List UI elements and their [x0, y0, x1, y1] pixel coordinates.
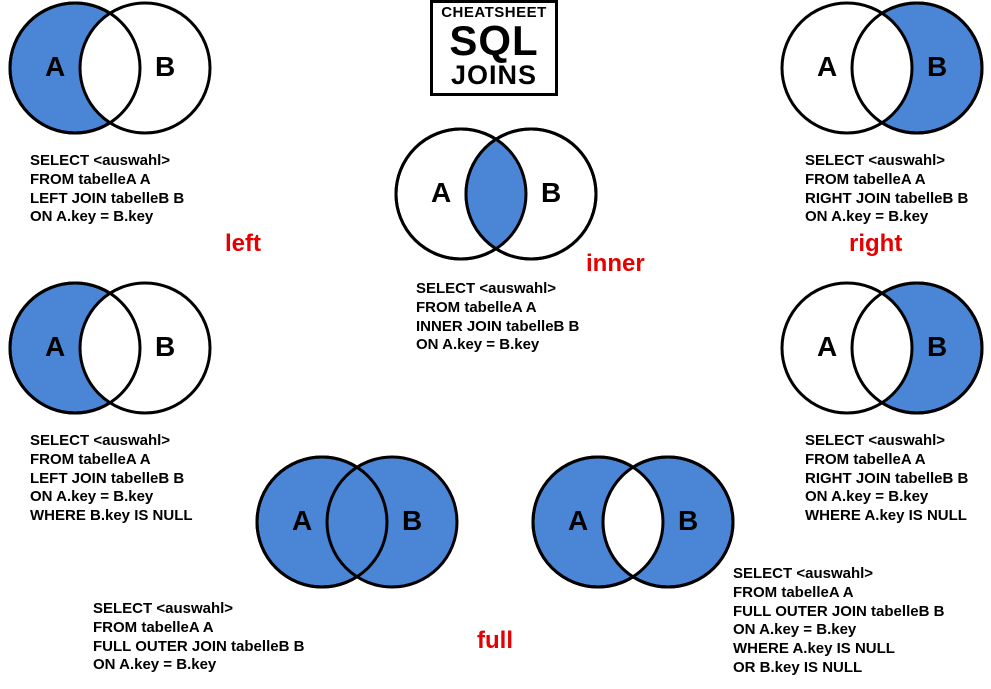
label-b: B	[678, 505, 698, 536]
logo-box: CHEATSHEET SQL JOINS	[430, 0, 558, 96]
label-a: A	[45, 51, 65, 82]
label-b: B	[155, 331, 175, 362]
code-left-excl: SELECT <auswahl> FROM tabelleA A LEFT JO…	[30, 432, 193, 526]
label-b: B	[402, 505, 422, 536]
label-b: B	[541, 177, 561, 208]
label-a: A	[292, 505, 312, 536]
venn-left-join: A B	[0, 0, 220, 146]
label-left: left	[225, 230, 261, 258]
venn-full-join: A B	[247, 450, 467, 600]
label-a: A	[817, 51, 837, 82]
label-b: B	[927, 331, 947, 362]
code-full-excl: SELECT <auswahl> FROM tabelleA A FULL OU…	[733, 565, 944, 678]
label-full: full	[477, 627, 513, 655]
code-left-join: SELECT <auswahl> FROM tabelleA A LEFT JO…	[30, 152, 184, 227]
venn-full-excl: A B	[523, 450, 743, 600]
label-right: right	[849, 230, 902, 258]
logo-line3: JOINS	[437, 62, 551, 89]
label-a: A	[817, 331, 837, 362]
label-a: A	[431, 177, 451, 208]
code-right-excl: SELECT <auswahl> FROM tabelleA A RIGHT J…	[805, 432, 968, 526]
label-inner: inner	[586, 250, 645, 278]
label-b: B	[927, 51, 947, 82]
venn-right-excl: A B	[772, 276, 991, 426]
code-right-join: SELECT <auswahl> FROM tabelleA A RIGHT J…	[805, 152, 968, 227]
venn-left-excl: A B	[0, 276, 220, 426]
label-a: A	[45, 331, 65, 362]
label-b: B	[155, 51, 175, 82]
label-a: A	[568, 505, 588, 536]
logo-line2: SQL	[437, 20, 551, 62]
code-full-join: SELECT <auswahl> FROM tabelleA A FULL OU…	[93, 600, 304, 675]
venn-right-join: A B	[772, 0, 991, 146]
code-inner-join: SELECT <auswahl> FROM tabelleA A INNER J…	[416, 280, 579, 355]
venn-inner-join: A B	[386, 122, 606, 272]
